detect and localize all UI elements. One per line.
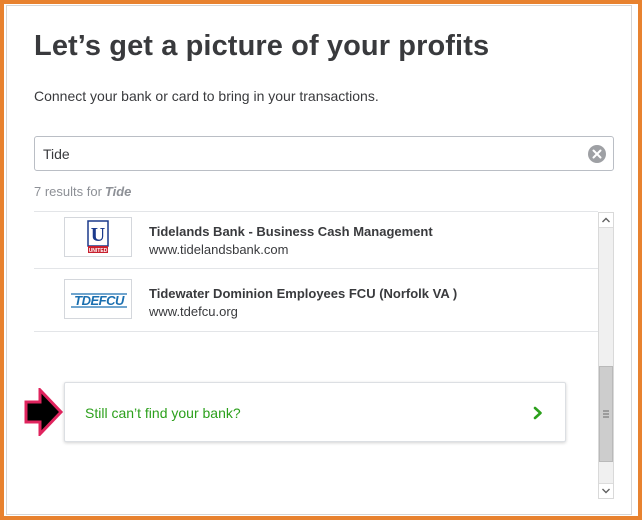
- bank-logo: TDEFCU: [64, 279, 132, 319]
- scroll-up-button[interactable]: [599, 213, 613, 228]
- chevron-up-icon: [602, 217, 610, 223]
- tdefcu-logo-icon: TDEFCU: [71, 293, 127, 308]
- results-scrollbar[interactable]: [598, 212, 614, 499]
- pointer-arrow-icon: [24, 388, 64, 436]
- chevron-right-icon: [533, 406, 542, 420]
- clear-circle-x-icon[interactable]: [588, 145, 606, 163]
- search-input[interactable]: Tide: [43, 146, 70, 162]
- bank-url: www.tidelandsbank.com: [149, 242, 289, 257]
- list-divider: [34, 331, 598, 332]
- logo-caption: UNITED: [89, 248, 108, 254]
- results-count: 7 results for Tide: [34, 184, 131, 199]
- scroll-down-button[interactable]: [599, 483, 613, 498]
- grip-lines-icon: [603, 410, 609, 418]
- bank-search-field[interactable]: Tide: [34, 136, 614, 171]
- scroll-thumb[interactable]: [599, 366, 613, 462]
- united-logo-icon: U UNITED: [87, 220, 109, 254]
- bank-name: Tidewater Dominion Employees FCU (Norfol…: [149, 286, 458, 301]
- results-count-prefix: 7 results for: [34, 184, 102, 199]
- list-item[interactable]: U UNITED Tidelands Bank - Business Cash …: [34, 212, 598, 268]
- page-subtitle: Connect your bank or card to bring in yo…: [34, 88, 379, 104]
- bank-logo: U UNITED: [64, 217, 132, 257]
- results-count-query: Tide: [104, 184, 132, 199]
- chevron-down-icon: [602, 488, 610, 494]
- cant-find-bank-label: Still can’t find your bank?: [85, 405, 241, 421]
- cant-find-bank-button[interactable]: Still can’t find your bank?: [64, 382, 566, 442]
- page-title: Let’s get a picture of your profits: [34, 30, 490, 62]
- logo-letter: U: [91, 224, 105, 246]
- logo-wordmark: TDEFCU: [74, 293, 125, 308]
- bank-name: Tidelands Bank - Business Cash Managemen…: [149, 224, 433, 239]
- list-item[interactable]: TDEFCU Tidewater Dominion Employees FCU …: [34, 269, 598, 325]
- bank-results-list[interactable]: U UNITED Tidelands Bank - Business Cash …: [34, 211, 598, 499]
- bank-url: www.tdefcu.org: [149, 304, 238, 319]
